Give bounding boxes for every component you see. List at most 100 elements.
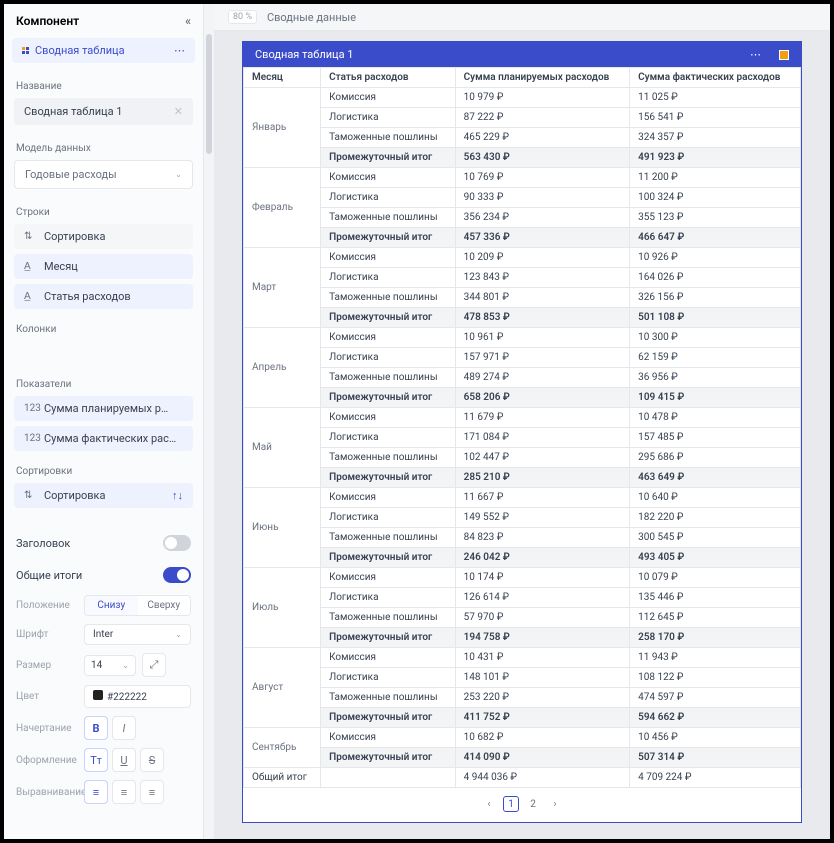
label-decoration: Оформление (16, 755, 78, 766)
text-icon: A̲ (24, 261, 38, 272)
month-cell: Июнь (244, 488, 321, 568)
rows-expense[interactable]: A̲Статья расходов (14, 284, 193, 309)
italic-button[interactable]: I (112, 716, 136, 740)
strike-button[interactable]: S (140, 748, 164, 772)
label-data-model: Модель данных (4, 133, 203, 160)
table-row: ФевральКомиссия10 769 ₽11 200 ₽ (244, 168, 801, 188)
subtotal-row: Промежуточный итог414 090 ₽507 314 ₽ (244, 748, 801, 768)
page-next[interactable]: › (547, 796, 563, 812)
label-sorting: Сортировки (4, 456, 203, 483)
month-cell: Сентябрь (244, 728, 321, 768)
label-measures: Показатели (4, 369, 203, 396)
table-row: Логистика123 843 ₽164 026 ₽ (244, 268, 801, 288)
subtotal-row: Промежуточный итог563 430 ₽491 923 ₽ (244, 148, 801, 168)
table-row: АвгустКомиссия10 431 ₽11 943 ₽ (244, 648, 801, 668)
sidebar-scrollbar[interactable] (204, 4, 214, 839)
clear-icon[interactable]: ✕ (174, 105, 183, 118)
table-row: АпрельКомиссия10 961 ₽10 300 ₽ (244, 328, 801, 348)
number-icon: 123 (24, 403, 38, 414)
rows-month[interactable]: A̲Месяц (14, 254, 193, 279)
month-cell: Август (244, 648, 321, 728)
measure-planned[interactable]: 123Сумма планируемых р… (14, 396, 193, 421)
textcase-button[interactable]: Tᴛ (84, 748, 108, 772)
table-row: Таможенные пошлины489 274 ₽36 956 ₽ (244, 368, 801, 388)
table-row: Таможенные пошлины102 447 ₽295 686 ₽ (244, 448, 801, 468)
month-cell: Июль (244, 568, 321, 648)
subtotal-row: Промежуточный итог194 758 ₽258 170 ₽ (244, 628, 801, 648)
component-name: Сводная таблица (35, 44, 125, 57)
position-top[interactable]: Сверху (138, 596, 191, 615)
page-prev[interactable]: ‹ (481, 796, 497, 812)
table-row: Таможенные пошлины465 229 ₽324 357 ₽ (244, 128, 801, 148)
position-bottom[interactable]: Снизу (85, 596, 138, 615)
label-alignment: Выравнивание (16, 787, 78, 798)
col-month[interactable]: Месяц (244, 68, 321, 88)
month-cell: Март (244, 248, 321, 328)
pivot-table: Месяц Статья расходов Сумма планируемых … (243, 67, 801, 788)
table-row: Таможенные пошлины344 801 ₽326 156 ₽ (244, 288, 801, 308)
totals-toggle[interactable] (163, 567, 191, 583)
subtotal-row: Промежуточный итог457 336 ₽466 647 ₽ (244, 228, 801, 248)
pivot-table-icon (22, 47, 29, 54)
label-columns: Колонки (4, 314, 203, 341)
table-row: Логистика149 552 ₽182 220 ₽ (244, 508, 801, 528)
col-expense[interactable]: Статья расходов (321, 68, 456, 88)
sort-icon: ⇅ (24, 231, 38, 242)
table-row: Логистика87 222 ₽156 541 ₽ (244, 108, 801, 128)
data-model-select[interactable]: Годовые расходы ⌄ (14, 160, 193, 189)
align-right-button[interactable]: ≡ (140, 780, 164, 804)
measure-actual[interactable]: 123Сумма фактических рас… (14, 426, 193, 451)
table-row: ЯнварьКомиссия10 979 ₽11 025 ₽ (244, 88, 801, 108)
name-input[interactable]: Сводная таблица 1 ✕ (14, 98, 193, 125)
align-center-button[interactable]: ≡ (112, 780, 136, 804)
color-input[interactable]: #222222 (84, 685, 191, 708)
page-1[interactable]: 1 (503, 796, 519, 812)
table-row: Логистика171 084 ₽157 485 ₽ (244, 428, 801, 448)
pager: ‹ 1 2 › (243, 788, 801, 822)
subtotal-row: Промежуточный итог658 206 ₽109 415 ₽ (244, 388, 801, 408)
widget-color-icon[interactable] (779, 50, 789, 60)
table-row: Таможенные пошлины253 220 ₽474 597 ₽ (244, 688, 801, 708)
label-style: Начертание (16, 723, 78, 734)
subtotal-row: Промежуточный итог478 853 ₽501 108 ₽ (244, 308, 801, 328)
subtotal-row: Промежуточный итог285 210 ₽463 649 ₽ (244, 468, 801, 488)
pivot-widget[interactable]: Сводная таблица 1 ⋯ Месяц Статья расходо… (242, 41, 802, 823)
table-row: МартКомиссия10 209 ₽10 926 ₽ (244, 248, 801, 268)
table-row: Логистика90 333 ₽100 324 ₽ (244, 188, 801, 208)
sort-direction-icon[interactable]: ↑↓ (172, 489, 183, 502)
size-expand[interactable]: ⤢ (142, 653, 166, 677)
sorting-item[interactable]: ⇅Сортировка ↑↓ (14, 483, 193, 508)
more-icon[interactable]: ⋯ (174, 44, 185, 57)
bold-button[interactable]: B (84, 716, 108, 740)
label-rows: Строки (4, 197, 203, 224)
month-cell: Май (244, 408, 321, 488)
number-icon: 123 (24, 433, 38, 444)
col-actual[interactable]: Сумма фактических расходов (630, 68, 801, 88)
zoom-badge[interactable]: 80 % (228, 10, 257, 24)
month-cell: Апрель (244, 328, 321, 408)
sidebar-title: Компонент (16, 14, 79, 28)
col-planned[interactable]: Сумма планируемых расходов (455, 68, 629, 88)
label-font: Шрифт (16, 629, 78, 640)
chevron-down-icon: ⌄ (175, 170, 182, 179)
widget-more-icon[interactable]: ⋯ (750, 48, 761, 61)
sort-icon: ⇅ (24, 490, 38, 501)
font-select[interactable]: Inter⌄ (84, 624, 191, 645)
label-size: Размер (16, 660, 78, 671)
underline-button[interactable]: U (112, 748, 136, 772)
table-row: Логистика157 971 ₽62 159 ₽ (244, 348, 801, 368)
table-row: ИюньКомиссия11 667 ₽10 640 ₽ (244, 488, 801, 508)
page-2[interactable]: 2 (525, 796, 541, 812)
widget-title: Сводная таблица 1 (255, 48, 353, 61)
align-left-button[interactable]: ≡ (84, 780, 108, 804)
position-segment[interactable]: Снизу Сверху (84, 595, 191, 616)
rows-sort[interactable]: ⇅Сортировка (14, 224, 193, 249)
subtotal-row: Промежуточный итог411 752 ₽594 662 ₽ (244, 708, 801, 728)
label-header: Заголовок (16, 537, 70, 550)
header-toggle[interactable] (163, 535, 191, 551)
component-selector[interactable]: Сводная таблица ⋯ (12, 38, 195, 63)
size-select[interactable]: 14⌄ (84, 655, 136, 676)
table-row: СентябрьКомиссия10 682 ₽10 456 ₽ (244, 728, 801, 748)
text-icon: A̲ (24, 291, 38, 302)
collapse-icon[interactable]: « (185, 14, 191, 28)
